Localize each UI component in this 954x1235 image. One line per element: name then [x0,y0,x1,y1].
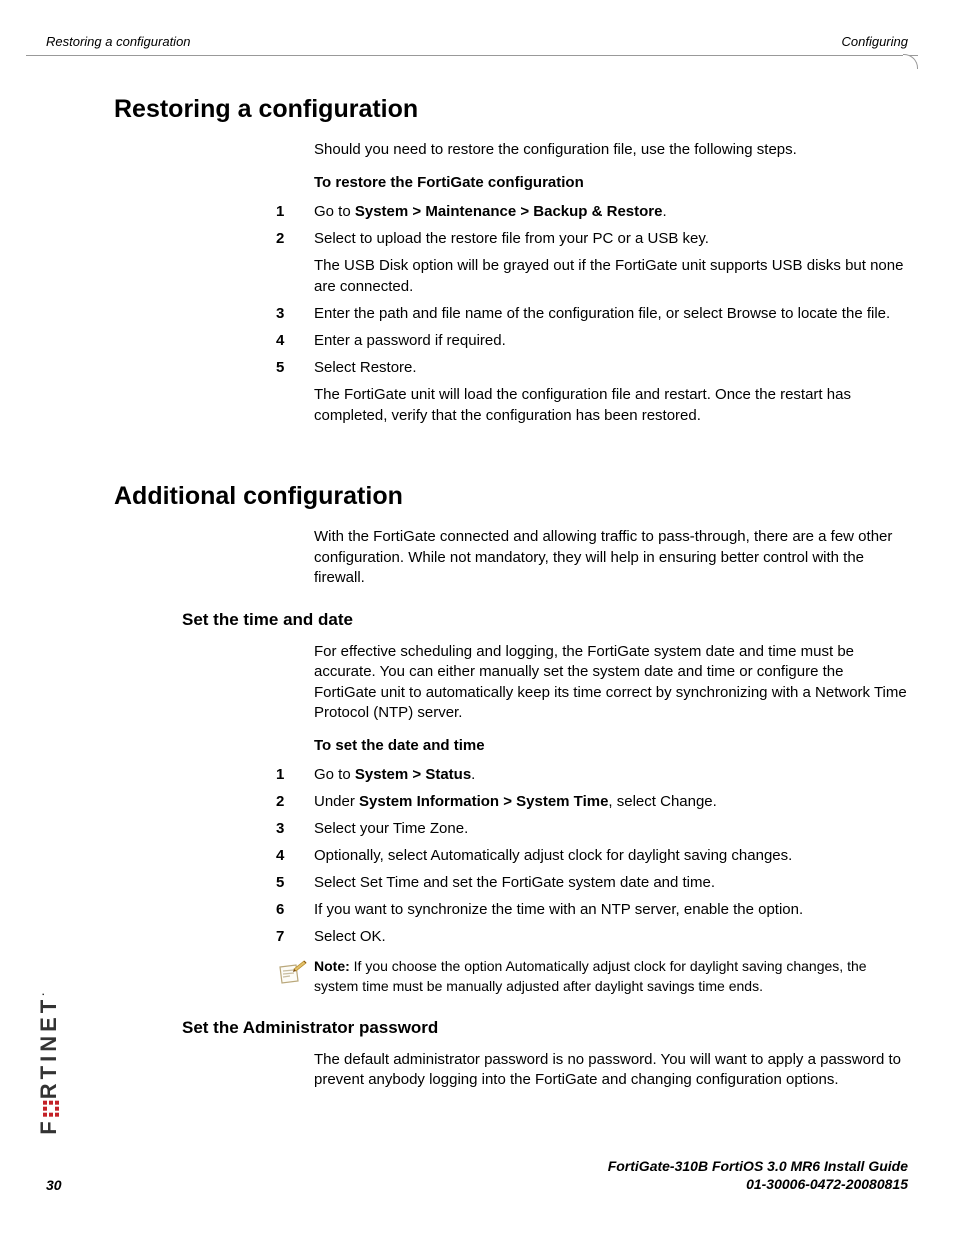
step-item: 4Enter a password if required. [272,330,908,351]
doc-line1: FortiGate-310B FortiOS 3.0 MR6 Install G… [608,1157,908,1175]
step-follow: The FortiGate unit will load the configu… [314,384,908,426]
step-number: 2 [272,791,314,812]
para-intro-1: Should you need to restore the configura… [314,140,908,160]
brand-text: F RTINET. [36,989,62,1135]
step-item: 1Go to System > Maintenance > Backup & R… [272,201,908,222]
step-body: Enter the path and file name of the conf… [314,303,908,324]
brand-logo: F RTINET. [36,989,62,1135]
step-follow: The USB Disk option will be grayed out i… [314,255,908,297]
step-number: 7 [272,926,314,947]
steps-time: 1Go to System > Status.2Under System Inf… [272,764,908,947]
step-number: 3 [272,303,314,324]
step-body: If you want to synchronize the time with… [314,899,908,920]
step-body: Select OK. [314,926,908,947]
steps-restore: 1Go to System > Maintenance > Backup & R… [272,201,908,426]
header-left: Restoring a configuration [46,34,191,49]
note-label: Note: [314,958,350,974]
heading-additional: Additional configuration [114,482,908,511]
note-icon [272,957,314,989]
subheading-admin: Set the Administrator password [182,1018,908,1038]
para-admin-intro: The default administrator password is no… [314,1050,908,1091]
page-footer: 30 FortiGate-310B FortiOS 3.0 MR6 Instal… [46,1157,908,1193]
subhead-restore: To restore the FortiGate configuration [314,174,908,191]
note-body: If you choose the option Automatically a… [314,958,867,994]
step-body: Select Set Time and set the FortiGate sy… [314,872,908,893]
step-number: 1 [272,201,314,222]
step-body: Select your Time Zone. [314,818,908,839]
step-number: 5 [272,872,314,893]
note-block: Note: If you choose the option Automatic… [272,957,908,996]
running-header: Restoring a configuration Configuring [46,34,908,55]
note-text: Note: If you choose the option Automatic… [314,957,908,996]
doc-id: FortiGate-310B FortiOS 3.0 MR6 Install G… [608,1157,908,1193]
document-page: Restoring a configuration Configuring Re… [0,0,954,1235]
para-time-intro: For effective scheduling and logging, th… [314,642,908,723]
step-item: 7Select OK. [272,926,908,947]
header-right: Configuring [842,34,909,49]
page-number: 30 [46,1177,62,1193]
step-item: 3Enter the path and file name of the con… [272,303,908,324]
step-item: 2Under System Information > System Time,… [272,791,908,812]
step-item: 1Go to System > Status. [272,764,908,785]
step-body: Under System Information > System Time, … [314,791,908,812]
step-item: 5Select Set Time and set the FortiGate s… [272,872,908,893]
step-item: 2Select to upload the restore file from … [272,228,908,297]
step-body: Go to System > Maintenance > Backup & Re… [314,201,908,222]
step-number: 5 [272,357,314,426]
step-item: 6If you want to synchronize the time wit… [272,899,908,920]
step-item: 3Select your Time Zone. [272,818,908,839]
step-number: 1 [272,764,314,785]
heading-restoring: Restoring a configuration [114,95,908,124]
step-number: 4 [272,330,314,351]
doc-line2: 01-30006-0472-20080815 [608,1175,908,1193]
step-body: Go to System > Status. [314,764,908,785]
subheading-time: Set the time and date [182,610,908,630]
step-number: 2 [272,228,314,297]
para-intro-2: With the FortiGate connected and allowin… [314,527,908,588]
step-body: Optionally, select Automatically adjust … [314,845,908,866]
step-body: Select to upload the restore file from y… [314,228,908,297]
header-rule [46,55,908,67]
step-item: 5Select Restore.The FortiGate unit will … [272,357,908,426]
step-item: 4Optionally, select Automatically adjust… [272,845,908,866]
step-body: Select Restore.The FortiGate unit will l… [314,357,908,426]
step-number: 3 [272,818,314,839]
step-number: 6 [272,899,314,920]
subhead-time: To set the date and time [314,737,908,754]
content-area: Restoring a configuration Should you nee… [46,95,908,1091]
step-number: 4 [272,845,314,866]
step-body: Enter a password if required. [314,330,908,351]
